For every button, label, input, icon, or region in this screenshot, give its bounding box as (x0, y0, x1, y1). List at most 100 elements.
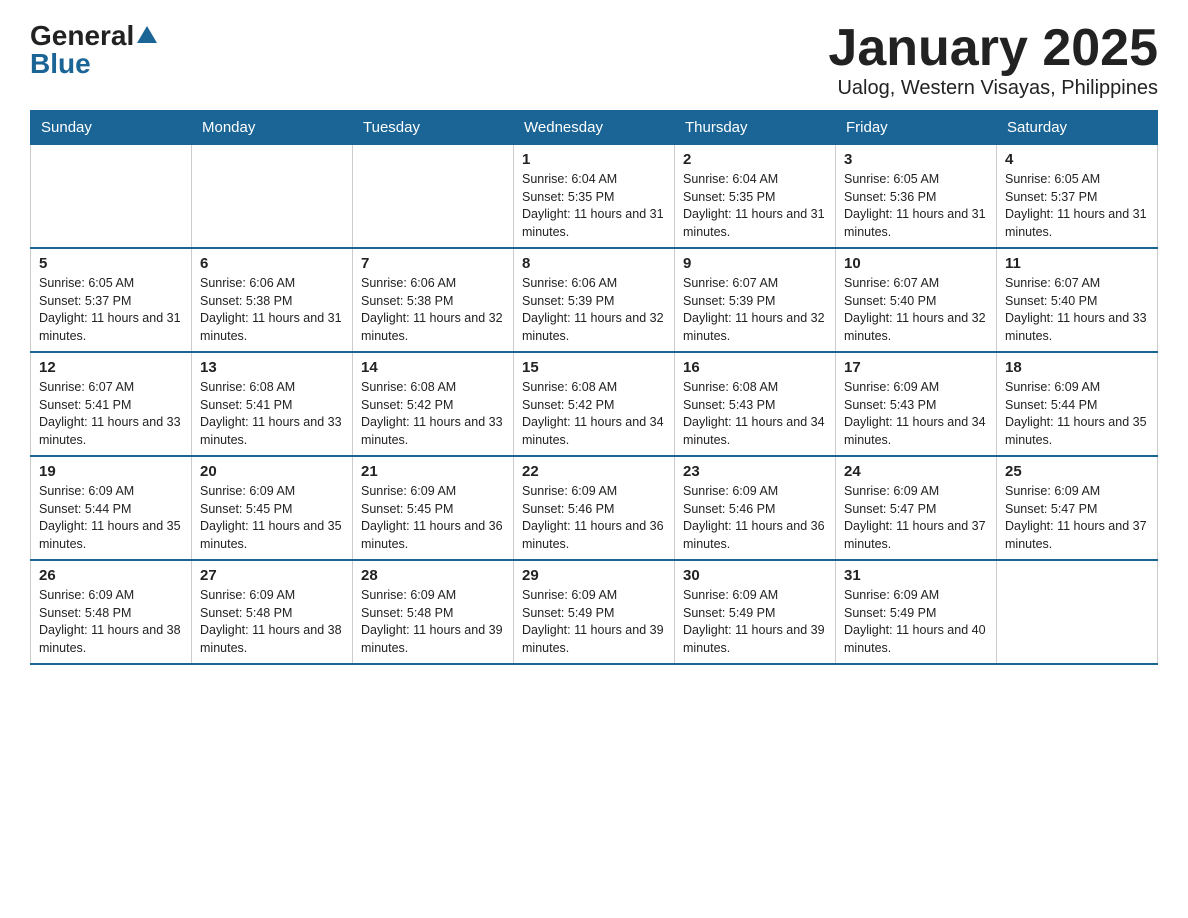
day-number: 19 (39, 463, 183, 480)
day-info: Sunrise: 6:04 AMSunset: 5:35 PMDaylight:… (683, 171, 827, 241)
calendar-cell: 25Sunrise: 6:09 AMSunset: 5:47 PMDayligh… (997, 456, 1158, 560)
calendar-cell: 22Sunrise: 6:09 AMSunset: 5:46 PMDayligh… (514, 456, 675, 560)
day-number: 1 (522, 151, 666, 168)
day-info: Sunrise: 6:05 AMSunset: 5:36 PMDaylight:… (844, 171, 988, 241)
day-info: Sunrise: 6:08 AMSunset: 5:42 PMDaylight:… (522, 379, 666, 449)
day-info: Sunrise: 6:07 AMSunset: 5:40 PMDaylight:… (844, 275, 988, 345)
calendar-cell (31, 145, 192, 249)
calendar-cell: 11Sunrise: 6:07 AMSunset: 5:40 PMDayligh… (997, 248, 1158, 352)
day-info: Sunrise: 6:09 AMSunset: 5:49 PMDaylight:… (683, 587, 827, 657)
calendar-cell: 20Sunrise: 6:09 AMSunset: 5:45 PMDayligh… (192, 456, 353, 560)
day-number: 14 (361, 359, 505, 376)
calendar-cell: 18 Sunrise: 6:09 AMSunset: 5:44 PMDayligh… (997, 352, 1158, 456)
calendar-cell: 3 Sunrise: 6:05 AMSunset: 5:36 PMDaylight… (836, 145, 997, 249)
calendar-cell: 29 Sunrise: 6:09 AMSunset: 5:49 PMDayligh… (514, 560, 675, 664)
day-info: Sunrise: 6:06 AMSunset: 5:38 PMDaylight:… (361, 275, 505, 345)
calendar-cell: 14 Sunrise: 6:08 AMSunset: 5:42 PMDayligh… (353, 352, 514, 456)
day-info: Sunrise: 6:09 AMSunset: 5:47 PMDaylight:… (844, 483, 988, 553)
calendar-cell: 5 Sunrise: 6:05 AMSunset: 5:37 PMDaylight… (31, 248, 192, 352)
day-number: 5 (39, 255, 183, 272)
day-number: 26 (39, 567, 183, 584)
calendar-cell: 15 Sunrise: 6:08 AMSunset: 5:42 PMDayligh… (514, 352, 675, 456)
calendar-cell: 6Sunrise: 6:06 AMSunset: 5:38 PMDaylight… (192, 248, 353, 352)
day-number: 7 (361, 255, 505, 272)
day-info: Sunrise: 6:09 AMSunset: 5:49 PMDaylight:… (844, 587, 988, 657)
calendar-header-monday: Monday (192, 111, 353, 145)
calendar-week-3: 12Sunrise: 6:07 AMSunset: 5:41 PMDayligh… (31, 352, 1158, 456)
calendar-table: SundayMondayTuesdayWednesdayThursdayFrid… (30, 110, 1158, 665)
calendar-week-1: 1 Sunrise: 6:04 AMSunset: 5:35 PMDaylight… (31, 145, 1158, 249)
day-number: 29 (522, 567, 666, 584)
calendar-header-friday: Friday (836, 111, 997, 145)
calendar-cell: 4 Sunrise: 6:05 AMSunset: 5:37 PMDaylight… (997, 145, 1158, 249)
day-info: Sunrise: 6:09 AMSunset: 5:48 PMDaylight:… (361, 587, 505, 657)
logo: General Blue (30, 20, 157, 80)
calendar-week-5: 26 Sunrise: 6:09 AMSunset: 5:48 PMDayligh… (31, 560, 1158, 664)
calendar-cell: 1Sunrise: 6:04 AMSunset: 5:35 PMDaylight… (514, 145, 675, 249)
day-info: Sunrise: 6:07 AMSunset: 5:40 PMDaylight:… (1005, 275, 1149, 345)
day-info: Sunrise: 6:08 AMSunset: 5:41 PMDaylight:… (200, 379, 344, 449)
day-number: 4 (1005, 151, 1149, 168)
calendar-cell: 26Sunrise: 6:09 AMSunset: 5:48 PMDayligh… (31, 560, 192, 664)
calendar-cell: 21 Sunrise: 6:09 AMSunset: 5:45 PMDayligh… (353, 456, 514, 560)
day-info: Sunrise: 6:09 AMSunset: 5:44 PMDaylight:… (39, 483, 183, 553)
calendar-header-thursday: Thursday (675, 111, 836, 145)
calendar-cell: 23Sunrise: 6:09 AMSunset: 5:46 PMDayligh… (675, 456, 836, 560)
day-info: Sunrise: 6:09 AMSunset: 5:48 PMDaylight:… (200, 587, 344, 657)
title-area: January 2025 Ualog, Western Visayas, Phi… (828, 20, 1158, 100)
calendar-week-4: 19 Sunrise: 6:09 AMSunset: 5:44 PMDayligh… (31, 456, 1158, 560)
day-info: Sunrise: 6:05 AMSunset: 5:37 PMDaylight:… (39, 275, 183, 345)
calendar-cell: 2 Sunrise: 6:04 AMSunset: 5:35 PMDaylight… (675, 145, 836, 249)
calendar-cell: 17 Sunrise: 6:09 AMSunset: 5:43 PMDayligh… (836, 352, 997, 456)
logo-triangle-icon (137, 26, 157, 48)
calendar-title: January 2025 (828, 20, 1158, 77)
calendar-cell: 19 Sunrise: 6:09 AMSunset: 5:44 PMDayligh… (31, 456, 192, 560)
day-info: Sunrise: 6:07 AMSunset: 5:39 PMDaylight:… (683, 275, 827, 345)
calendar-cell: 8Sunrise: 6:06 AMSunset: 5:39 PMDaylight… (514, 248, 675, 352)
day-number: 9 (683, 255, 827, 272)
day-number: 31 (844, 567, 988, 584)
day-info: Sunrise: 6:09 AMSunset: 5:44 PMDaylight:… (1005, 379, 1149, 449)
day-info: Sunrise: 6:09 AMSunset: 5:45 PMDaylight:… (361, 483, 505, 553)
calendar-cell: 28 Sunrise: 6:09 AMSunset: 5:48 PMDayligh… (353, 560, 514, 664)
calendar-cell: 31 Sunrise: 6:09 AMSunset: 5:49 PMDayligh… (836, 560, 997, 664)
day-info: Sunrise: 6:08 AMSunset: 5:42 PMDaylight:… (361, 379, 505, 449)
calendar-cell: 10 Sunrise: 6:07 AMSunset: 5:40 PMDayligh… (836, 248, 997, 352)
calendar-cell: 24 Sunrise: 6:09 AMSunset: 5:47 PMDayligh… (836, 456, 997, 560)
page-header: General Blue January 2025 Ualog, Western… (30, 20, 1158, 100)
day-number: 16 (683, 359, 827, 376)
calendar-header-wednesday: Wednesday (514, 111, 675, 145)
day-info: Sunrise: 6:07 AMSunset: 5:41 PMDaylight:… (39, 379, 183, 449)
day-info: Sunrise: 6:09 AMSunset: 5:46 PMDaylight:… (683, 483, 827, 553)
day-number: 15 (522, 359, 666, 376)
day-info: Sunrise: 6:05 AMSunset: 5:37 PMDaylight:… (1005, 171, 1149, 241)
day-number: 18 (1005, 359, 1149, 376)
day-number: 17 (844, 359, 988, 376)
day-info: Sunrise: 6:09 AMSunset: 5:49 PMDaylight:… (522, 587, 666, 657)
day-number: 10 (844, 255, 988, 272)
logo-blue-text: Blue (30, 48, 91, 80)
calendar-header-saturday: Saturday (997, 111, 1158, 145)
calendar-header-tuesday: Tuesday (353, 111, 514, 145)
calendar-cell: 30Sunrise: 6:09 AMSunset: 5:49 PMDayligh… (675, 560, 836, 664)
day-number: 8 (522, 255, 666, 272)
calendar-cell: 13 Sunrise: 6:08 AMSunset: 5:41 PMDayligh… (192, 352, 353, 456)
calendar-cell: 27Sunrise: 6:09 AMSunset: 5:48 PMDayligh… (192, 560, 353, 664)
calendar-cell: 9 Sunrise: 6:07 AMSunset: 5:39 PMDaylight… (675, 248, 836, 352)
day-number: 2 (683, 151, 827, 168)
day-number: 21 (361, 463, 505, 480)
calendar-cell (997, 560, 1158, 664)
day-number: 28 (361, 567, 505, 584)
calendar-subtitle: Ualog, Western Visayas, Philippines (828, 77, 1158, 100)
calendar-cell (192, 145, 353, 249)
day-info: Sunrise: 6:06 AMSunset: 5:38 PMDaylight:… (200, 275, 344, 345)
day-number: 25 (1005, 463, 1149, 480)
day-info: Sunrise: 6:09 AMSunset: 5:43 PMDaylight:… (844, 379, 988, 449)
day-number: 24 (844, 463, 988, 480)
calendar-cell (353, 145, 514, 249)
calendar-week-2: 5 Sunrise: 6:05 AMSunset: 5:37 PMDaylight… (31, 248, 1158, 352)
day-number: 3 (844, 151, 988, 168)
day-number: 20 (200, 463, 344, 480)
calendar-header-row: SundayMondayTuesdayWednesdayThursdayFrid… (31, 111, 1158, 145)
day-number: 13 (200, 359, 344, 376)
